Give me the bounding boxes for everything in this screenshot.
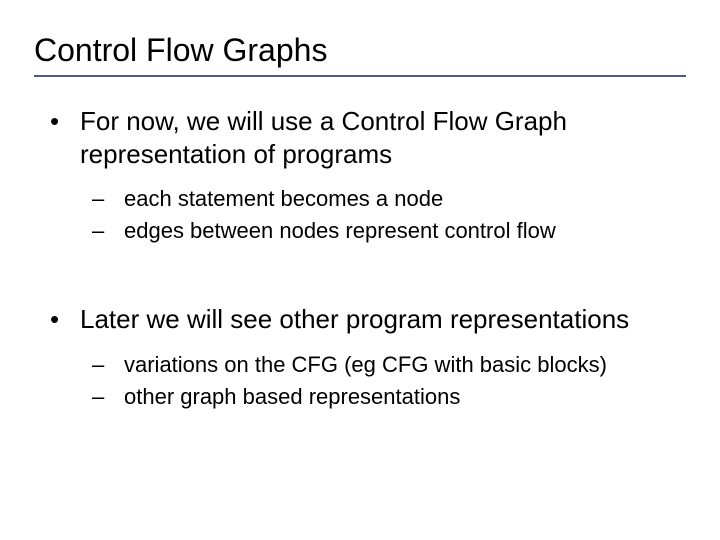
slide-title: Control Flow Graphs <box>34 32 686 69</box>
title-rule <box>34 75 686 77</box>
sub-bullet-item: other graph based representations <box>34 382 686 412</box>
sub-bullet-item: edges between nodes represent control fl… <box>34 216 686 246</box>
sub-bullet-item: each statement becomes a node <box>34 184 686 214</box>
bullet-item: For now, we will use a Control Flow Grap… <box>34 105 686 170</box>
bullet-item: Later we will see other program represen… <box>34 303 686 336</box>
slide: Control Flow Graphs For now, we will use… <box>0 0 720 540</box>
sub-bullet-item: variations on the CFG (eg CFG with basic… <box>34 350 686 380</box>
